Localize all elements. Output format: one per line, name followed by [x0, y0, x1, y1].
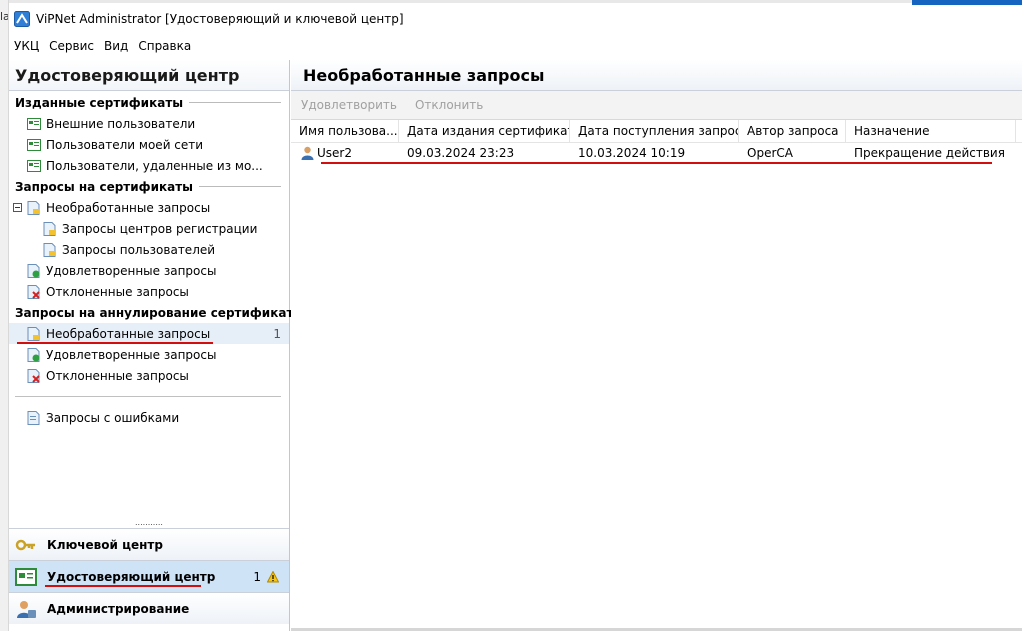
cell-author: OperCA	[747, 146, 793, 160]
content-title: Необработанные запросы	[291, 60, 1022, 91]
tree-item-label: Отклоненные запросы	[46, 284, 189, 299]
error-doc-icon	[27, 410, 40, 425]
rejected-doc-icon	[27, 368, 40, 383]
group-revocation-requests: Запросы на аннулирование сертификатов 1	[9, 302, 322, 323]
tree-item-rejected-requests[interactable]: Отклоненные запросы	[9, 281, 289, 302]
content-panel: Необработанные запросы Удовлетворить Отк…	[291, 60, 1022, 631]
tree-item-label: Удовлетворенные запросы	[46, 347, 217, 362]
column-header-username[interactable]: Имя пользова...	[291, 120, 399, 142]
cell-text: User2	[317, 146, 352, 160]
tree-item-removed-users[interactable]: Пользователи, удаленные из мо...	[9, 155, 289, 176]
nav-warning-badge: 1	[253, 570, 279, 584]
menu-service[interactable]: Сервис	[49, 39, 94, 53]
warning-icon	[267, 570, 279, 582]
column-header-author[interactable]: Автор запроса	[739, 120, 846, 142]
column-header-issue-date[interactable]: Дата издания сертификата	[399, 120, 570, 142]
request-doc-icon	[43, 221, 56, 236]
tree-item-label: Необработанные запросы	[46, 200, 211, 215]
table-header: Имя пользова... Дата издания сертификата…	[291, 120, 1022, 143]
background-window-edge: la	[0, 0, 9, 631]
column-header-purpose[interactable]: Назначение	[846, 120, 1016, 142]
tree-item-label: Запросы пользователей	[62, 242, 216, 257]
cell-purpose: Прекращение действия	[854, 146, 1005, 160]
tree-item-label: Внешние пользователи	[46, 116, 196, 131]
column-header-request-date[interactable]: Дата поступления запроса	[570, 120, 739, 142]
title-bar: ViPNet Administrator [Удостоверяющий и к…	[10, 5, 1022, 33]
cell-username: User2	[291, 146, 399, 160]
table-row[interactable]: User2 09.03.2024 23:23 10.03.2024 10:19 …	[291, 143, 1022, 164]
window-title: ViPNet Administrator [Удостоверяющий и к…	[36, 12, 404, 26]
group-label: Запросы на сертификаты	[15, 179, 194, 194]
nav-label: Администрирование	[47, 601, 190, 616]
tree-item-registration-center-requests[interactable]: Запросы центров регистрации	[9, 218, 289, 239]
nav-certificate-center-button[interactable]: Удостоверяющий центр 1	[9, 560, 289, 592]
nav-key-center-button[interactable]: Ключевой центр	[9, 528, 289, 560]
keys-icon	[15, 539, 35, 550]
certificate-center-icon	[15, 567, 37, 586]
user-icon	[301, 146, 314, 160]
group-label: Изданные сертификаты	[15, 95, 184, 110]
menu-help[interactable]: Справка	[138, 39, 191, 53]
tree-item-label: Запросы центров регистрации	[62, 221, 258, 236]
collapse-toggle-icon[interactable]	[13, 203, 22, 212]
nav-count: 1	[253, 569, 261, 584]
left-navigation-panel: Удостоверяющий центр Изданные сертификат…	[9, 60, 322, 631]
group-label: Запросы на аннулирование сертификатов	[15, 305, 310, 320]
cert-card-icon	[27, 159, 41, 172]
cell-issue-date: 09.03.2024 23:23	[407, 146, 515, 160]
tree-separator	[15, 396, 281, 397]
approve-button[interactable]: Удовлетворить	[301, 98, 397, 112]
content-toolbar: Удовлетворить Отклонить	[291, 91, 1022, 120]
tree-item-approved-revocation-requests[interactable]: Удовлетворенные запросы	[9, 344, 289, 365]
tree-item-label: Отклоненные запросы	[46, 368, 189, 383]
tree-item-my-network-users[interactable]: Пользователи моей сети	[9, 134, 289, 155]
group-divider	[189, 102, 281, 103]
requests-table: Имя пользова... Дата издания сертификата…	[291, 120, 1022, 164]
menu-ukc[interactable]: УКЦ	[14, 39, 39, 53]
tree-item-unprocessed-requests[interactable]: Необработанные запросы	[9, 197, 289, 218]
tree-item-label: Пользователи, удаленные из мо...	[46, 158, 263, 173]
tree-item-rejected-revocation-requests[interactable]: Отклоненные запросы	[9, 365, 289, 386]
admin-user-icon	[17, 600, 36, 618]
tree-item-label: Запросы с ошибками	[46, 410, 180, 425]
group-certificate-requests: Запросы на сертификаты	[9, 176, 289, 197]
tree-item-label: Необработанные запросы	[46, 326, 211, 341]
tree-item-external-users[interactable]: Внешние пользователи	[9, 113, 289, 134]
tree-item-count: 1	[273, 326, 281, 341]
group-issued-certificates: Изданные сертификаты	[9, 92, 289, 113]
request-doc-icon	[27, 326, 40, 341]
tree-item-label: Пользователи моей сети	[46, 137, 204, 152]
navigation-tree: Изданные сертификаты Внешние пользовател…	[9, 92, 322, 428]
approved-doc-icon	[27, 347, 40, 362]
menu-view[interactable]: Вид	[104, 39, 128, 53]
red-underline-annotation	[45, 585, 201, 587]
vipnet-app-icon	[14, 11, 30, 27]
left-panel-title: Удостоверяющий центр	[9, 60, 289, 91]
cert-card-icon	[27, 117, 41, 130]
rejected-doc-icon	[27, 284, 40, 299]
reject-button[interactable]: Отклонить	[415, 98, 483, 112]
tree-item-error-requests[interactable]: Запросы с ошибками	[9, 407, 289, 428]
nav-label: Ключевой центр	[47, 537, 163, 552]
tree-item-approved-requests[interactable]: Удовлетворенные запросы	[9, 260, 289, 281]
tree-item-unprocessed-revocation-requests[interactable]: Необработанные запросы 1	[9, 323, 289, 344]
group-divider	[199, 186, 281, 187]
approved-doc-icon	[27, 263, 40, 278]
tree-item-user-requests[interactable]: Запросы пользователей	[9, 239, 289, 260]
cell-request-date: 10.03.2024 10:19	[578, 146, 686, 160]
panel-resize-grip[interactable]: ...........	[9, 519, 289, 527]
request-doc-icon	[43, 242, 56, 257]
red-underline-annotation	[321, 162, 992, 164]
nav-label: Удостоверяющий центр	[47, 569, 216, 584]
background-window-text: la	[0, 10, 8, 23]
tree-item-label: Удовлетворенные запросы	[46, 263, 217, 278]
cert-card-icon	[27, 138, 41, 151]
menu-bar: УКЦ Сервис Вид Справка	[10, 36, 1022, 56]
request-doc-icon	[27, 200, 40, 215]
desktop-background	[0, 0, 1022, 3]
nav-administration-button[interactable]: Администрирование	[9, 592, 289, 624]
